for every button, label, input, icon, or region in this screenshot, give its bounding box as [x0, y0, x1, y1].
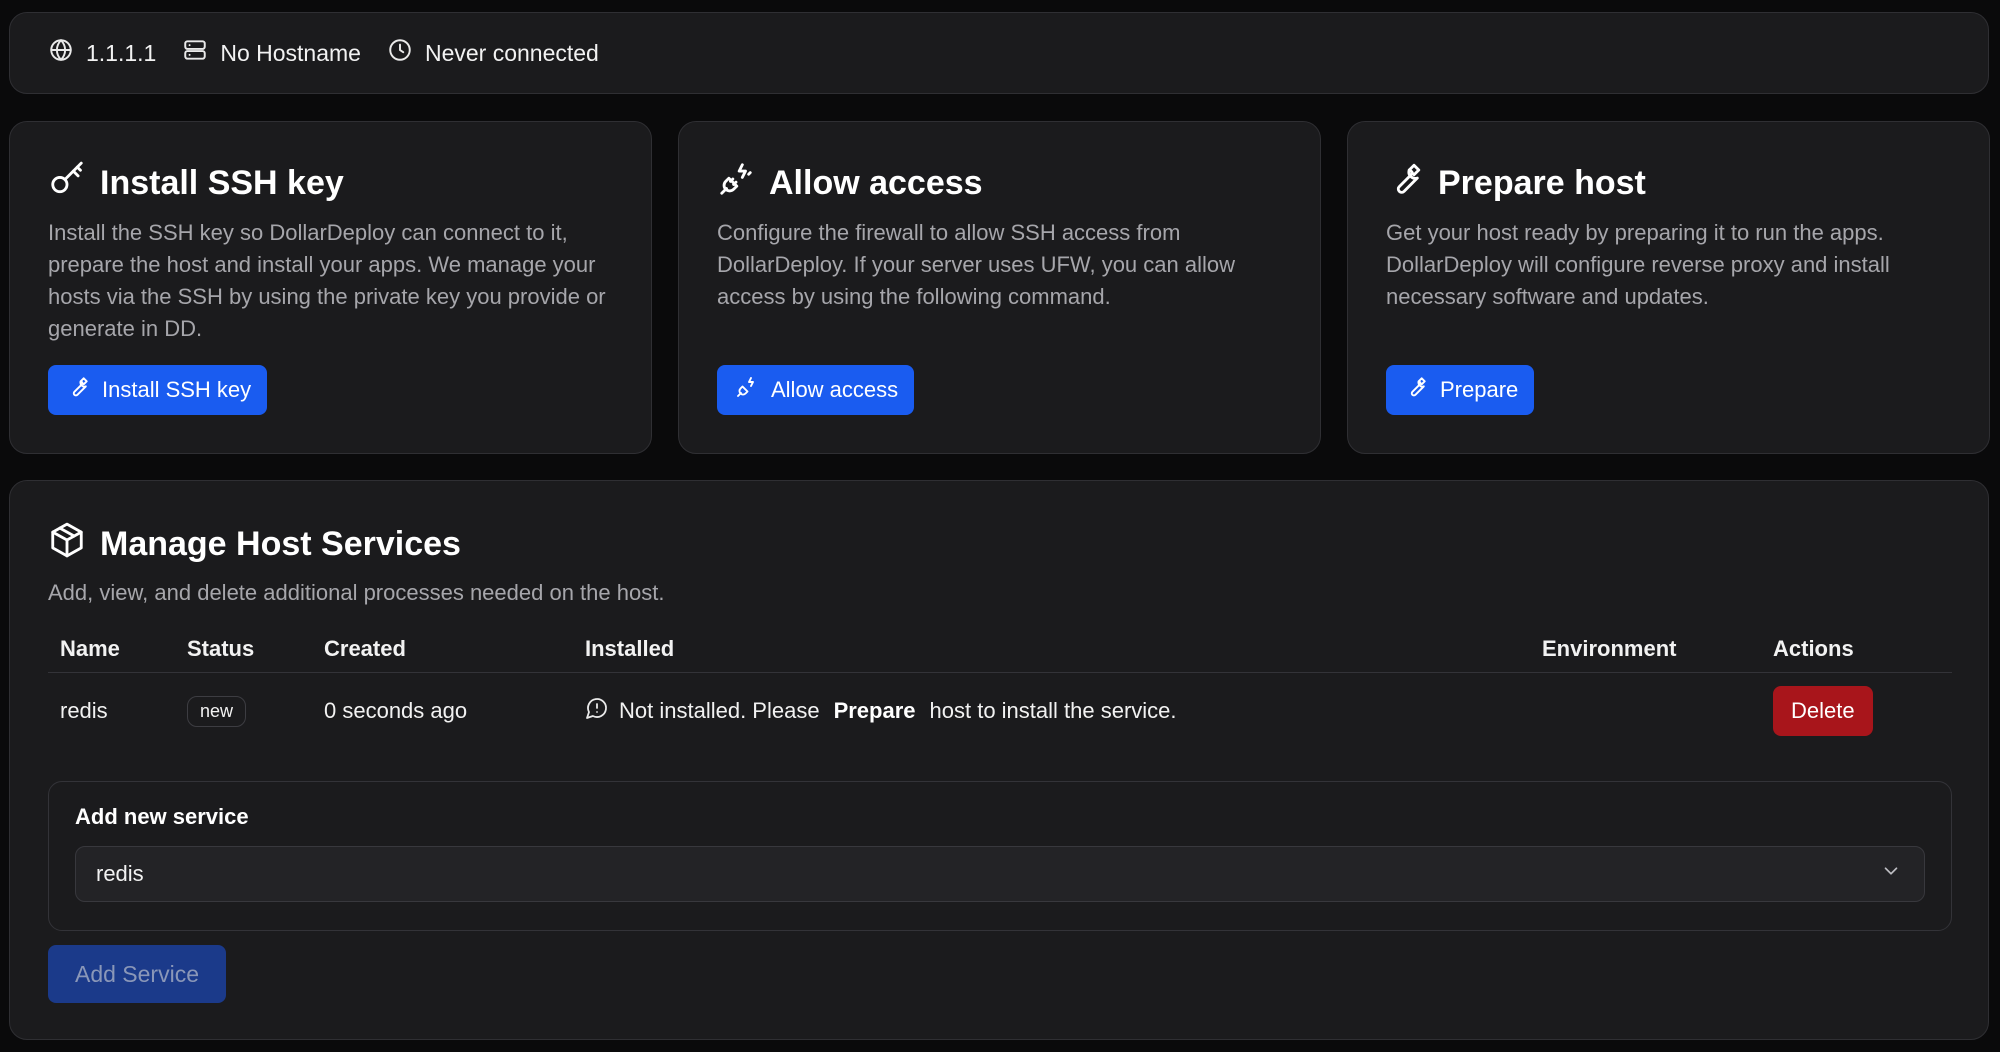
column-header-created: Created: [312, 626, 573, 673]
card-title: Allow access: [717, 160, 1282, 207]
host-info-bar: 1.1.1.1 No Hostname Never connected: [9, 12, 1989, 94]
services-description: Add, view, and delete additional process…: [48, 580, 665, 605]
service-created: 0 seconds ago: [324, 698, 468, 724]
add-service-button[interactable]: Add Service: [48, 945, 226, 1003]
hostname: No Hostname: [182, 37, 361, 69]
connection-status-text: Never connected: [424, 39, 599, 66]
connection-status: Never connected: [387, 37, 599, 69]
button-label: Install SSH key: [102, 377, 252, 402]
add-service-panel: Add new service redis: [48, 781, 1952, 931]
card-title: Prepare host: [1386, 160, 1951, 207]
services-title-text: Manage Host Services: [100, 525, 461, 563]
card-description: Get your host ready by preparing it to r…: [1386, 220, 1890, 309]
chevron-down-icon: [1880, 860, 1902, 888]
installed-text-pre: Not installed. Please: [619, 698, 820, 724]
install-ssh-key-button[interactable]: Install SSH key: [48, 365, 268, 415]
plug-icon: [735, 375, 759, 405]
service-name: redis: [60, 698, 108, 724]
installed-text-post: host to install the service.: [929, 698, 1177, 724]
wrench-icon: [66, 375, 90, 405]
wrench-icon: [1386, 160, 1424, 207]
clock-icon: [387, 37, 413, 69]
column-header-name: Name: [48, 626, 175, 673]
package-icon: [48, 521, 86, 568]
table-header-row: Name Status Created Installed Environmen…: [48, 626, 1952, 673]
ip-address: 1.1.1.1: [48, 37, 156, 69]
manage-host-services-card: Manage Host Services Add, view, and dele…: [9, 480, 1989, 1040]
column-header-installed: Installed: [573, 626, 1530, 673]
service-select-value: redis: [96, 861, 144, 886]
service-select[interactable]: redis: [75, 846, 1925, 902]
column-header-environment: Environment: [1530, 626, 1761, 673]
service-environment: [1530, 672, 1761, 750]
services-title: Manage Host Services: [48, 521, 1950, 568]
wrench-icon: [1404, 375, 1428, 405]
card-title-text: Allow access: [769, 164, 983, 202]
card-title-text: Install SSH key: [100, 164, 344, 202]
globe-icon: [48, 37, 74, 69]
prepare-button[interactable]: Prepare: [1386, 365, 1535, 415]
status-badge: new: [187, 695, 247, 727]
card-title-text: Prepare host: [1438, 164, 1646, 202]
ip-address-text: 1.1.1.1: [86, 39, 157, 66]
installed-text-bold: Prepare: [833, 698, 916, 724]
card-title: Install SSH key: [48, 160, 613, 207]
card-description: Install the SSH key so DollarDeploy can …: [48, 220, 606, 341]
message-circle-icon: [585, 696, 609, 726]
service-actions: Delete: [1761, 672, 1952, 750]
column-header-actions: Actions: [1761, 626, 1952, 673]
install-ssh-key-card: Install SSH key Install the SSH key so D…: [9, 121, 652, 454]
hostname-text: No Hostname: [220, 39, 361, 66]
table-row: redis new 0 seconds ago Not installed. P…: [48, 672, 1952, 750]
key-icon: [48, 160, 86, 207]
delete-button[interactable]: Delete: [1773, 686, 1873, 737]
services-table: Name Status Created Installed Environmen…: [48, 626, 1952, 750]
column-header-status: Status: [175, 626, 312, 673]
allow-access-button[interactable]: Allow access: [717, 365, 915, 415]
plug-icon: [717, 160, 755, 207]
add-service-label: Add new service: [75, 804, 249, 829]
service-status: new: [175, 672, 312, 750]
button-label: Allow access: [771, 377, 899, 402]
allow-access-card: Allow access Configure the firewall to a…: [678, 121, 1321, 454]
prepare-host-card: Prepare host Get your host ready by prep…: [1347, 121, 1990, 454]
service-installed: Not installed. Please Prepare host to in…: [573, 672, 1530, 750]
card-description: Configure the firewall to allow SSH acce…: [717, 220, 1235, 309]
button-label: Prepare: [1440, 377, 1519, 402]
server-icon: [182, 37, 208, 69]
